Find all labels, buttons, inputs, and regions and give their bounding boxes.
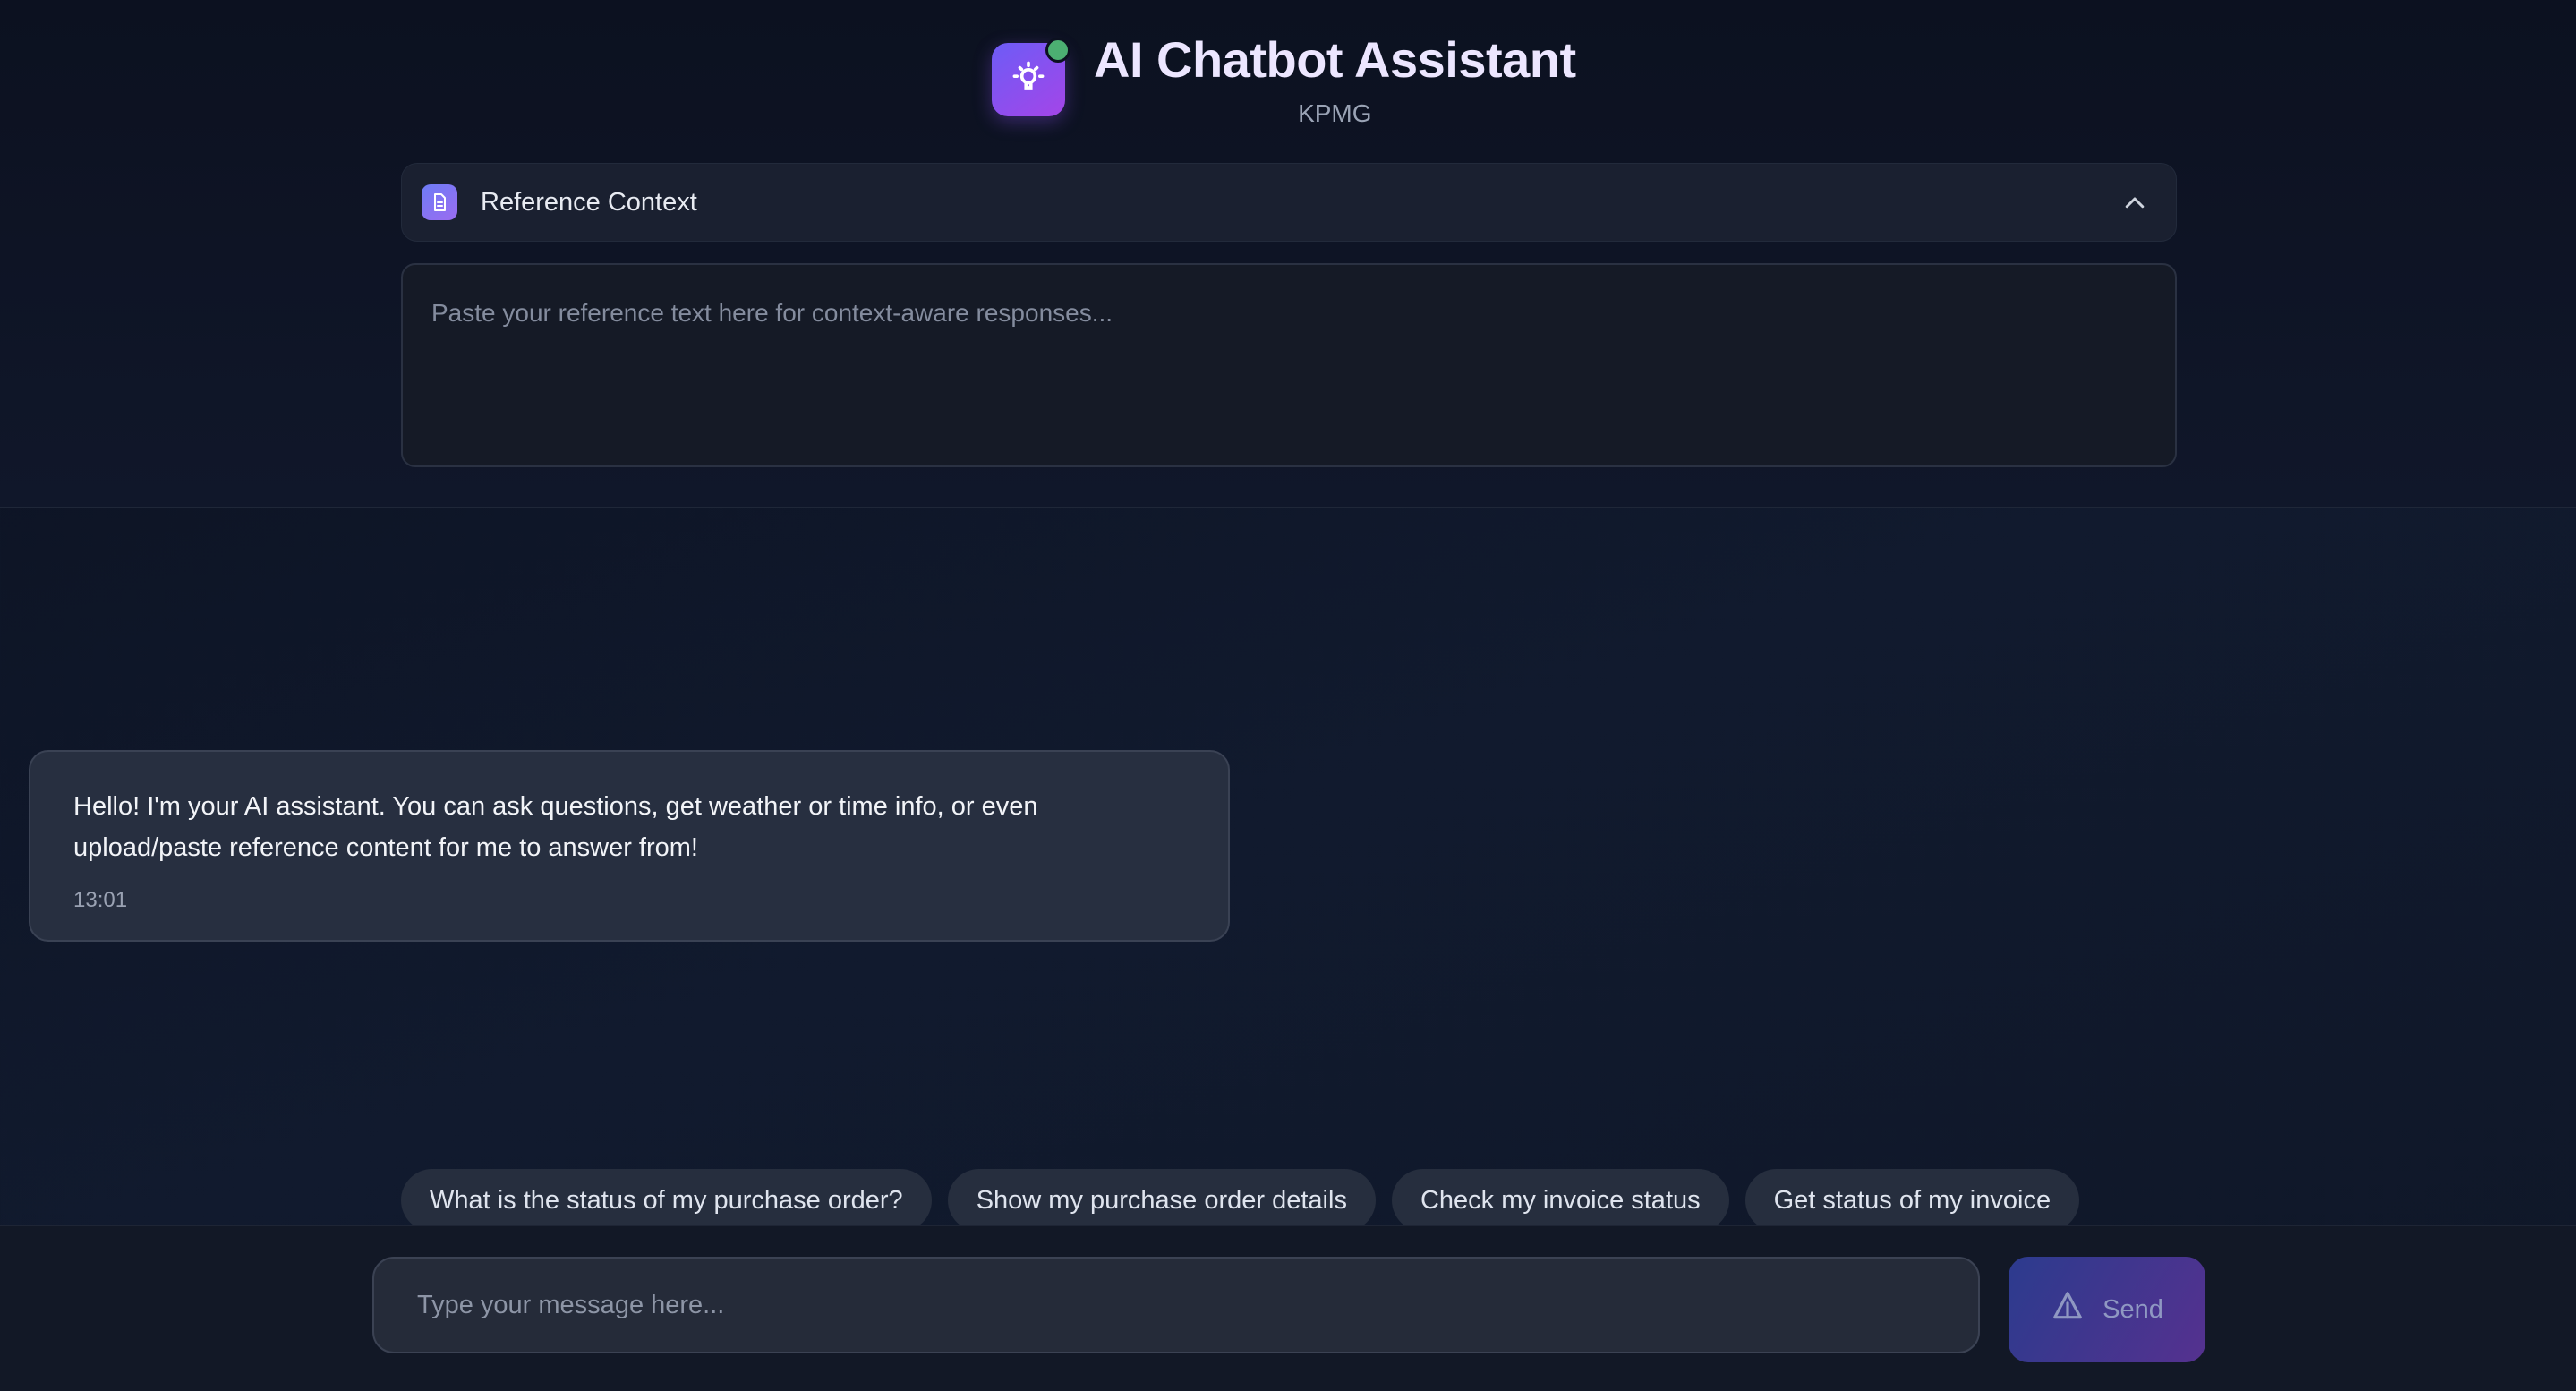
app-title: AI Chatbot Assistant [1094,31,1576,88]
app-logo [992,38,1070,116]
send-button-label: Send [2103,1294,2163,1324]
app-header: AI Chatbot Assistant KPMG Reference Cont… [0,0,2576,508]
reference-text-input[interactable] [401,263,2177,467]
app-subtitle: KPMG [1298,99,1372,127]
suggestion-chips: What is the status of my purchase order?… [401,1169,2080,1226]
send-button[interactable]: Send [2009,1257,2205,1362]
message-timestamp: 13:01 [73,888,128,912]
suggestion-chip[interactable]: Show my purchase order details [947,1169,1376,1226]
reference-context-toggle[interactable]: Reference Context [401,163,2177,242]
reference-context-label: Reference Context [481,187,697,217]
chevron-up-icon[interactable] [2119,187,2151,219]
online-status-dot [1045,38,1070,63]
suggestion-chip[interactable]: What is the status of my purchase order? [401,1169,932,1226]
document-icon [422,184,457,220]
send-icon [2051,1289,2085,1330]
message-input[interactable] [372,1257,1980,1353]
composer-bar: Send [0,1225,2576,1391]
lightbulb-icon [1009,58,1048,102]
assistant-message: Hello! I'm your AI assistant. You can as… [29,750,1230,942]
suggestion-chip[interactable]: Get status of my invoice [1744,1169,2080,1226]
message-text: Hello! I'm your AI assistant. You can as… [73,792,1038,862]
brand: AI Chatbot Assistant KPMG [992,30,1576,129]
suggestion-chip[interactable]: Check my invoice status [1391,1169,1729,1226]
